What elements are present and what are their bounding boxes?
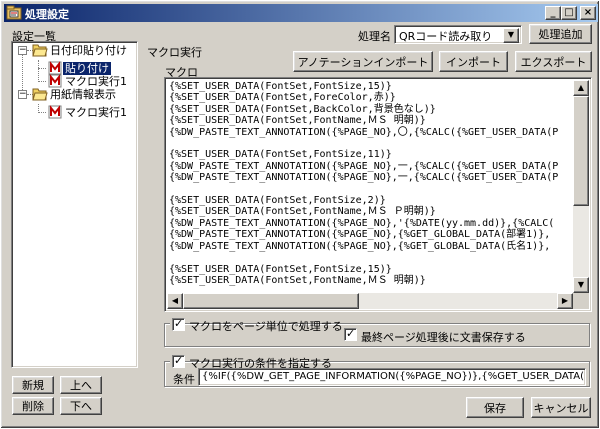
settings-tree[interactable]: − 日付印貼り付け 貼り付け マクロ実行1 − 用紙情報表示 マクロ実行1	[11, 41, 138, 368]
condition-value[interactable]: {%IF({%DW_GET_PAGE_INFORMATION({%PAGE_NO…	[202, 371, 585, 382]
cancel-button[interactable]: キャンセル	[531, 397, 591, 418]
tree-connector	[38, 81, 46, 82]
horizontal-scroll-thumb[interactable]	[183, 293, 359, 309]
scroll-right-icon[interactable]: ▶	[557, 293, 573, 309]
tree-connector	[38, 68, 46, 69]
delete-button[interactable]: 削除	[12, 397, 54, 415]
add-process-button[interactable]: 処理追加	[529, 24, 592, 44]
macro-code[interactable]: {%SET_USER_DATA(FontSet,FontSize,15)} {%…	[169, 81, 571, 286]
tree-connector	[38, 60, 39, 82]
macro-icon	[48, 105, 62, 119]
export-button[interactable]: エクスポート	[515, 51, 592, 72]
process-name-select[interactable]: QRコード読み取り ▼	[394, 25, 522, 44]
save-after-last-label: 最終ページ処理後に文書保存する	[361, 331, 526, 344]
per-page-label: マクロをページ単位で処理する	[189, 320, 343, 333]
macro-run-section-label: マクロ実行	[147, 46, 202, 59]
per-page-checkbox[interactable]: ✓	[172, 317, 185, 331]
process-name-label: 処理名	[358, 30, 391, 43]
tree-item-paste[interactable]: 貼り付け	[63, 62, 111, 75]
tree-item-macro-run[interactable]: マクロ実行1	[63, 75, 129, 88]
settings-dialog: 処理設定 _ □ × 設定一覧 − 日付印貼り付け 貼り付け マクロ実行1 − …	[0, 0, 600, 429]
condition-enable-checkbox[interactable]: ✓	[172, 354, 185, 368]
new-button[interactable]: 新規	[12, 376, 54, 394]
scroll-left-icon[interactable]: ◀	[167, 293, 183, 309]
window-title: 処理設定	[25, 8, 69, 21]
dropdown-arrow-icon[interactable]: ▼	[503, 28, 519, 43]
tree-connector	[38, 112, 46, 113]
condition-enable-option[interactable]: ✓ マクロ実行の条件を指定する	[170, 354, 332, 370]
maximize-button[interactable]: □	[561, 6, 577, 20]
minimize-button[interactable]: _	[545, 6, 561, 20]
macro-editor[interactable]: {%SET_USER_DATA(FontSet,FontSize,15)} {%…	[164, 77, 592, 312]
per-page-option[interactable]: ✓ マクロをページ単位で処理する	[170, 317, 343, 333]
save-button[interactable]: 保存	[466, 397, 524, 418]
title-bar[interactable]: 処理設定 _ □ ×	[4, 4, 598, 22]
tree-item-paper-info[interactable]: 用紙情報表示	[48, 88, 118, 101]
import-button[interactable]: インポート	[439, 51, 508, 72]
horizontal-scrollbar[interactable]: ◀ ▶	[167, 293, 573, 309]
tree-item-date-stamp[interactable]: 日付印貼り付け	[48, 44, 129, 57]
vertical-scrollbar[interactable]: ▲ ▼	[573, 80, 589, 293]
macro-icon	[48, 61, 62, 75]
move-up-button[interactable]: 上へ	[60, 376, 102, 394]
condition-input[interactable]: {%IF({%DW_GET_PAGE_INFORMATION({%PAGE_NO…	[198, 368, 586, 386]
scroll-up-icon[interactable]: ▲	[573, 80, 589, 96]
collapse-toggle[interactable]: −	[18, 90, 27, 99]
collapse-toggle[interactable]: −	[18, 46, 27, 55]
scroll-down-icon[interactable]: ▼	[573, 277, 589, 293]
macro-icon	[48, 74, 62, 88]
folder-open-icon	[32, 88, 48, 101]
folder-open-icon	[32, 44, 48, 57]
app-icon	[6, 5, 22, 20]
annotation-import-button[interactable]: アノテーションインポート	[293, 51, 433, 72]
move-down-button[interactable]: 下へ	[60, 397, 102, 415]
process-name-value: QRコード読み取り	[399, 30, 493, 43]
save-after-last-checkbox[interactable]: ✓	[344, 327, 357, 341]
tree-item-macro-run[interactable]: マクロ実行1	[63, 106, 129, 119]
close-button[interactable]: ×	[580, 6, 596, 20]
vertical-scroll-thumb[interactable]	[573, 96, 589, 206]
scrollbar-corner	[573, 293, 589, 309]
condition-label: 条件	[173, 373, 195, 386]
